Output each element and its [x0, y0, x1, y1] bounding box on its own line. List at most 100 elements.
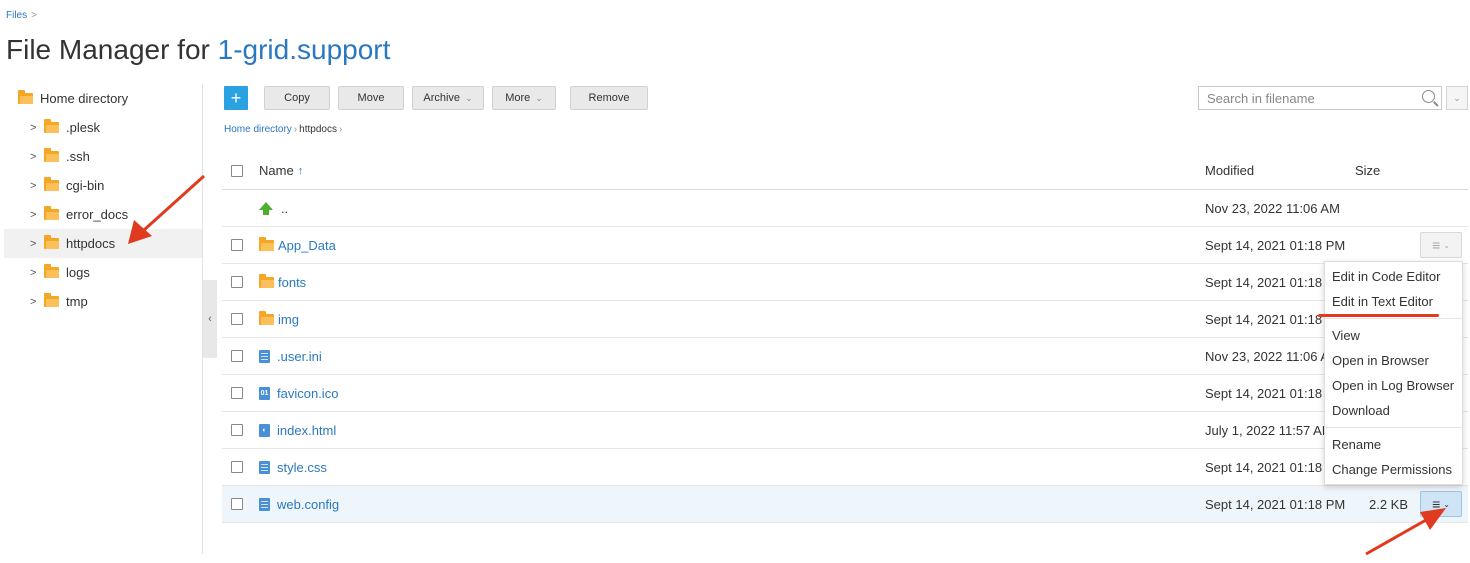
menu-item-edit-text-editor[interactable]: Edit in Text Editor	[1325, 289, 1462, 314]
menu-item-download[interactable]: Download	[1325, 398, 1462, 423]
folder-icon	[259, 273, 274, 288]
sort-ascending-icon: ↑	[297, 164, 304, 177]
table-row[interactable]: .user.ini Nov 23, 2022 11:06 AM	[222, 338, 1468, 375]
file-name[interactable]: 01 favicon.ico	[259, 386, 338, 401]
search-input[interactable]: Search in filename	[1198, 86, 1442, 110]
archive-button-label: Archive	[423, 92, 461, 104]
document-icon	[259, 349, 270, 363]
column-modified[interactable]: Modified	[1205, 163, 1254, 178]
tree-item-cgi-bin[interactable]: > cgi-bin	[0, 171, 203, 200]
folder-icon	[18, 90, 33, 104]
chevron-right-icon[interactable]: >	[30, 151, 40, 163]
file-name-link[interactable]: web.config	[277, 497, 339, 512]
file-name[interactable]: ◐ index.html	[259, 423, 336, 438]
tree-item-logs[interactable]: > logs	[0, 258, 203, 287]
copy-button[interactable]: Copy	[264, 86, 330, 110]
row-checkbox[interactable]	[231, 276, 243, 288]
file-name-link[interactable]: favicon.ico	[277, 386, 338, 401]
add-button[interactable]: +	[224, 86, 248, 110]
select-all-checkbox[interactable]	[231, 164, 243, 177]
breadcrumb-files-link[interactable]: Files	[6, 10, 27, 21]
chevron-right-icon[interactable]: >	[30, 296, 40, 308]
row-actions-menu-button[interactable]: ≡ ⌄	[1420, 491, 1462, 517]
table-row[interactable]: ◐ index.html July 1, 2022 11:57 AM	[222, 412, 1468, 449]
table-row[interactable]: web.config Sept 14, 2021 01:18 PM 2.2 KB…	[222, 486, 1468, 523]
folder-icon	[44, 264, 59, 278]
path-home-link[interactable]: Home directory	[224, 124, 292, 135]
row-checkbox[interactable]	[231, 387, 243, 399]
menu-item-view[interactable]: View	[1325, 323, 1462, 348]
file-name[interactable]: .user.ini	[259, 349, 322, 364]
modified-date: Sept 14, 2021 01:18 PM	[1205, 496, 1346, 512]
chevron-right-icon[interactable]: >	[30, 267, 40, 279]
column-name-label: Name	[259, 163, 294, 178]
tree-item-error-docs[interactable]: > error_docs	[0, 200, 203, 229]
table-row[interactable]: style.css Sept 14, 2021 01:18 PM	[222, 449, 1468, 486]
row-checkbox[interactable]	[231, 498, 243, 510]
tree-item-httpdocs[interactable]: > httpdocs	[4, 229, 203, 258]
hamburger-icon: ≡	[1432, 496, 1441, 512]
column-name[interactable]: Name ↑	[259, 163, 303, 178]
tree-item-home-directory[interactable]: Home directory	[0, 84, 203, 113]
search-icon[interactable]	[1422, 90, 1435, 103]
tree-item-tmp[interactable]: > tmp	[0, 287, 203, 316]
menu-item-open-log-browser[interactable]: Open in Log Browser	[1325, 373, 1462, 398]
modified-date: Sept 14, 2021 01:18 PM	[1205, 237, 1346, 253]
file-name-link[interactable]: style.css	[277, 460, 327, 475]
file-name[interactable]: web.config	[259, 497, 339, 512]
file-name-link[interactable]: img	[278, 312, 299, 327]
row-checkbox[interactable]	[231, 424, 243, 436]
path-current: httpdocs	[299, 124, 337, 135]
file-name[interactable]: style.css	[259, 460, 327, 475]
collapse-sidebar-handle[interactable]: ‹	[203, 280, 217, 358]
file-name-link[interactable]: .user.ini	[277, 349, 322, 364]
chevron-right-icon[interactable]: >	[30, 180, 40, 192]
tree-item-label: cgi-bin	[66, 178, 105, 193]
folder-icon	[259, 310, 274, 325]
tree-item-label: Home directory	[40, 91, 129, 106]
menu-item-edit-code-editor[interactable]: Edit in Code Editor	[1325, 264, 1462, 289]
menu-item-change-permissions[interactable]: Change Permissions	[1325, 457, 1462, 482]
table-row[interactable]: img Sept 14, 2021 01:18 PM	[222, 301, 1468, 338]
document-icon	[259, 497, 270, 511]
chevron-right-icon[interactable]: >	[30, 209, 40, 221]
table-row-parent[interactable]: .. Nov 23, 2022 11:06 AM	[222, 190, 1468, 227]
move-button[interactable]: Move	[338, 86, 404, 110]
file-name-link[interactable]: fonts	[278, 275, 306, 290]
folder-icon	[44, 177, 59, 191]
chevron-down-icon: ⌄	[1443, 240, 1450, 250]
file-name[interactable]: img	[259, 310, 299, 327]
table-row[interactable]: App_Data Sept 14, 2021 01:18 PM ≡ ⌄	[222, 227, 1468, 264]
parent-directory[interactable]: ..	[259, 201, 288, 216]
search-options-dropdown[interactable]: ⌄	[1446, 86, 1468, 110]
remove-button[interactable]: Remove	[570, 86, 648, 110]
file-name[interactable]: App_Data	[259, 236, 336, 253]
chevron-right-icon[interactable]: >	[30, 122, 40, 134]
archive-button[interactable]: Archive ⌄	[412, 86, 484, 110]
toolbar: + Copy Move Archive ⌄ More ⌄ Remove	[224, 86, 656, 110]
chevron-down-icon: ⌄	[465, 92, 473, 103]
tree-item-ssh[interactable]: > .ssh	[0, 142, 203, 171]
row-checkbox[interactable]	[231, 461, 243, 473]
column-size[interactable]: Size	[1355, 163, 1380, 178]
chevron-right-icon[interactable]: >	[30, 238, 40, 250]
up-arrow-icon	[259, 202, 273, 215]
page-title-domain[interactable]: 1-grid.support	[218, 34, 391, 65]
chevron-down-icon: ⌄	[1443, 499, 1450, 509]
row-checkbox[interactable]	[231, 350, 243, 362]
menu-item-rename[interactable]: Rename	[1325, 432, 1462, 457]
table-row[interactable]: 01 favicon.ico Sept 14, 2021 01:18 PM	[222, 375, 1468, 412]
row-checkbox[interactable]	[231, 239, 243, 251]
file-name[interactable]: fonts	[259, 273, 306, 290]
folder-icon	[44, 235, 59, 249]
row-checkbox[interactable]	[231, 313, 243, 325]
file-name-link[interactable]: index.html	[277, 423, 336, 438]
menu-item-open-browser[interactable]: Open in Browser	[1325, 348, 1462, 373]
page-title-prefix: File Manager for	[6, 34, 218, 65]
table-row[interactable]: fonts Sept 14, 2021 01:18 PM	[222, 264, 1468, 301]
row-actions-menu-button[interactable]: ≡ ⌄	[1420, 232, 1462, 258]
file-name-link[interactable]: App_Data	[278, 238, 336, 253]
more-button-label: More	[505, 92, 531, 104]
more-button[interactable]: More ⌄	[492, 86, 556, 110]
tree-item-plesk[interactable]: > .plesk	[0, 113, 203, 142]
